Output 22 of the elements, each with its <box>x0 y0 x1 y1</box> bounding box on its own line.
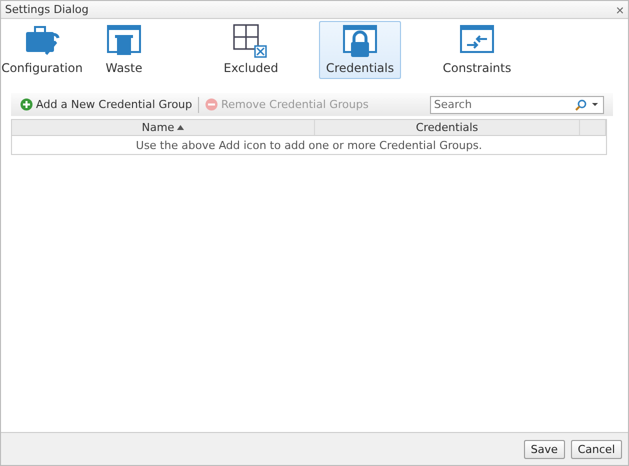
toolbox-icon <box>24 24 60 58</box>
minus-icon <box>205 98 218 111</box>
add-group-button[interactable]: Add a New Credential Group <box>17 98 196 111</box>
plus-icon <box>20 98 33 111</box>
grid-icon <box>233 24 269 58</box>
column-header[interactable]: Credentials <box>315 120 580 135</box>
column-header[interactable]: Name <box>12 120 315 135</box>
settings-tab[interactable]: Configuration <box>3 21 81 79</box>
dialog-button[interactable]: Save <box>524 440 565 458</box>
lock-icon <box>342 24 378 58</box>
empty-message: Use the above Add icon to add one or more Credential Groups. <box>134 138 484 154</box>
search-icon <box>575 98 587 110</box>
window-title: Settings Dialog <box>5 3 89 16</box>
dropdown-caret-icon <box>590 100 600 108</box>
sort-ascending-icon <box>177 125 184 130</box>
close-button[interactable]: × <box>616 2 624 16</box>
settings-tab[interactable]: Excluded <box>203 21 299 79</box>
settings-tab[interactable]: Constraints <box>429 21 525 79</box>
dialog-button[interactable]: Cancel <box>570 440 622 458</box>
settings-tab[interactable]: Waste <box>89 21 159 79</box>
search-box[interactable]: Search <box>430 96 604 114</box>
settings-tab[interactable]: Credentials <box>319 21 401 79</box>
